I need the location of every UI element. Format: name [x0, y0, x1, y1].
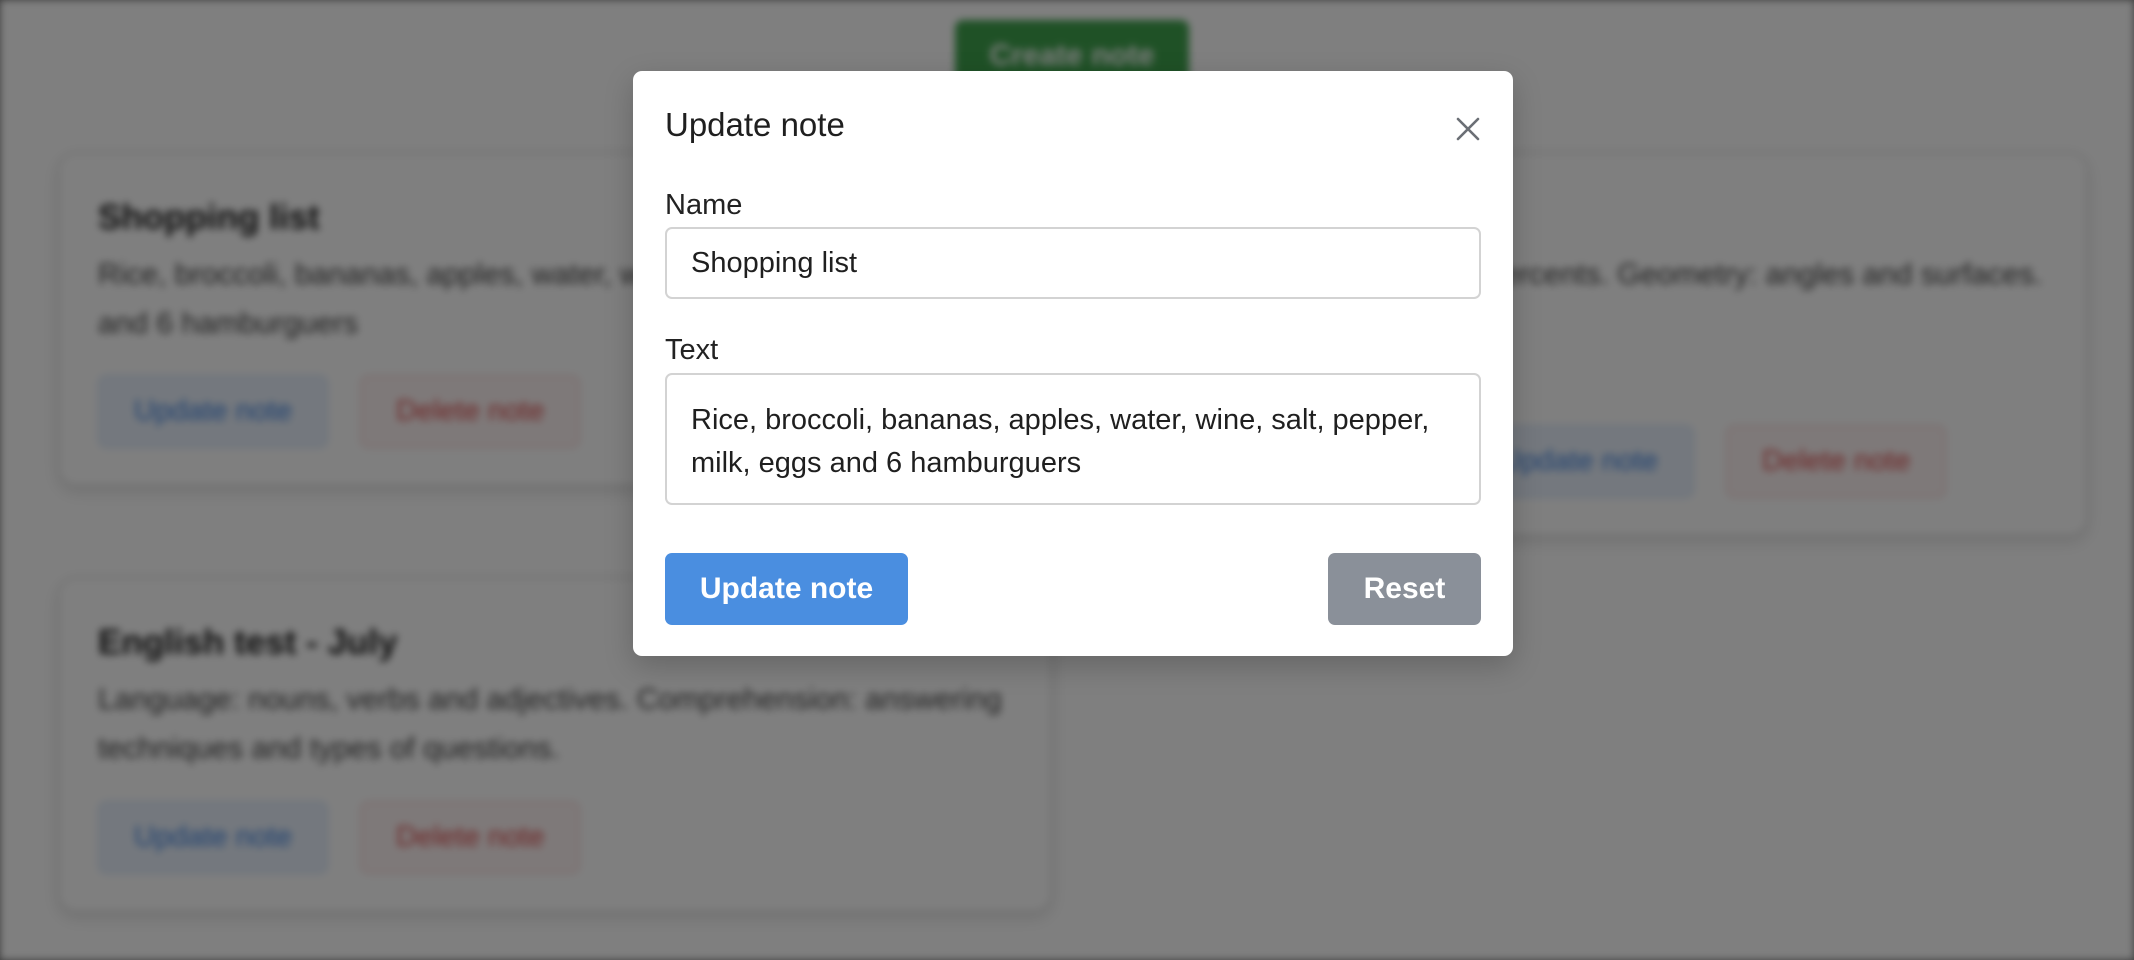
close-icon	[1456, 117, 1480, 141]
name-label: Name	[665, 189, 743, 221]
update-note-button[interactable]: Update note	[665, 553, 908, 625]
text-input[interactable]: Rice, broccoli, bananas, apples, water, …	[665, 373, 1481, 505]
name-input[interactable]	[665, 227, 1481, 299]
text-label: Text	[665, 334, 719, 366]
close-button[interactable]	[1448, 109, 1488, 149]
dialog-title: Update note	[665, 106, 845, 143]
update-note-dialog: Update note Name Text Rice, broccoli, ba…	[633, 71, 1513, 656]
reset-button[interactable]: Reset	[1328, 553, 1481, 625]
